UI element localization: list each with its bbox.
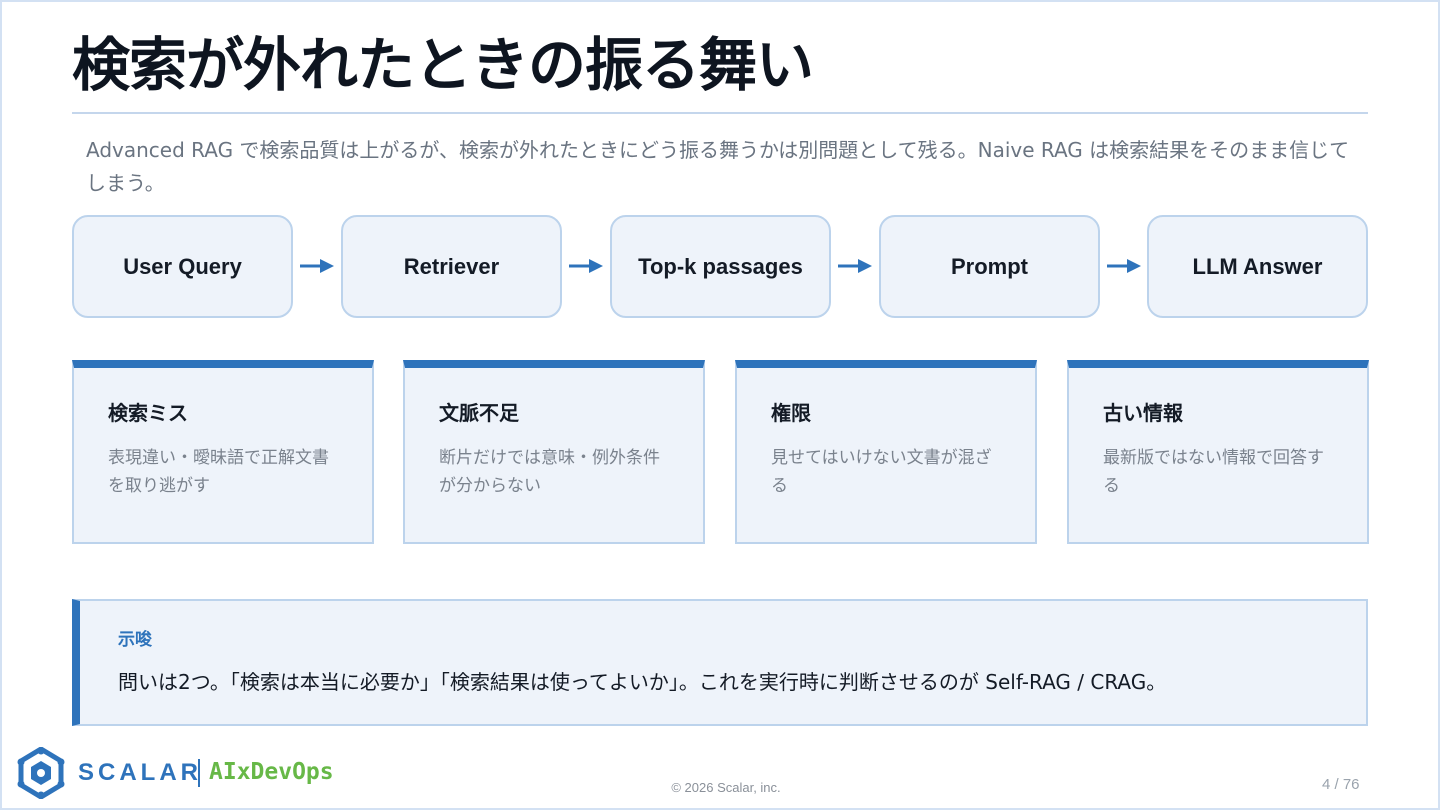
copyright: © 2026 Scalar, inc.	[671, 780, 781, 795]
card-description: 最新版ではない情報で回答する	[1103, 448, 1324, 496]
lead-text: Advanced RAG で検索品質は上がるが、検索が外れたときにどう振る舞うか…	[86, 138, 1350, 195]
card-description: 表現違い・曖昧語で正解文書を取り逃がす	[108, 448, 329, 496]
issue-card-permission: 権限 見せてはいけない文書が混ざる	[735, 360, 1037, 544]
arrow-right-icon	[300, 259, 334, 273]
rag-flow: User Query Retriever Top-k passages Prom…	[72, 215, 1368, 318]
flow-step-user-query: User Query	[72, 215, 293, 318]
issue-card-stale-info: 古い情報 最新版ではない情報で回答する	[1067, 360, 1369, 544]
flow-step-llm-answer: LLM Answer	[1147, 215, 1368, 318]
title-divider	[72, 112, 1368, 114]
callout-label: 示唆	[118, 630, 152, 650]
flow-step-top-k-passages: Top-k passages	[610, 215, 831, 318]
insight-callout: 示唆 問いは2つ。「検索は本当に必要か」「検索結果は使ってよいか」。これを実行時…	[72, 599, 1368, 726]
flow-step-retriever: Retriever	[341, 215, 562, 318]
flow-step-prompt: Prompt	[879, 215, 1100, 318]
arrow-right-icon	[838, 259, 872, 273]
card-title: 古い情報	[1103, 401, 1183, 425]
arrow-right-icon	[1107, 259, 1141, 273]
arrow-right-icon	[569, 259, 603, 273]
card-title: 検索ミス	[108, 401, 188, 425]
card-title: 文脈不足	[439, 401, 519, 425]
card-title: 権限	[771, 401, 811, 425]
callout-text: 問いは2つ。「検索は本当に必要か」「検索結果は使ってよいか」。これを実行時に判断…	[118, 670, 1167, 694]
card-description: 見せてはいけない文書が混ざる	[771, 448, 992, 496]
issue-card-search-miss: 検索ミス 表現違い・曖昧語で正解文書を取り逃がす	[72, 360, 374, 544]
issue-card-context-gap: 文脈不足 断片だけでは意味・例外条件が分からない	[403, 360, 705, 544]
card-description: 断片だけでは意味・例外条件が分からない	[439, 448, 660, 496]
slide-title: 検索が外れたときの振る舞い	[72, 31, 814, 99]
page-number: 4 / 76	[1322, 776, 1360, 793]
